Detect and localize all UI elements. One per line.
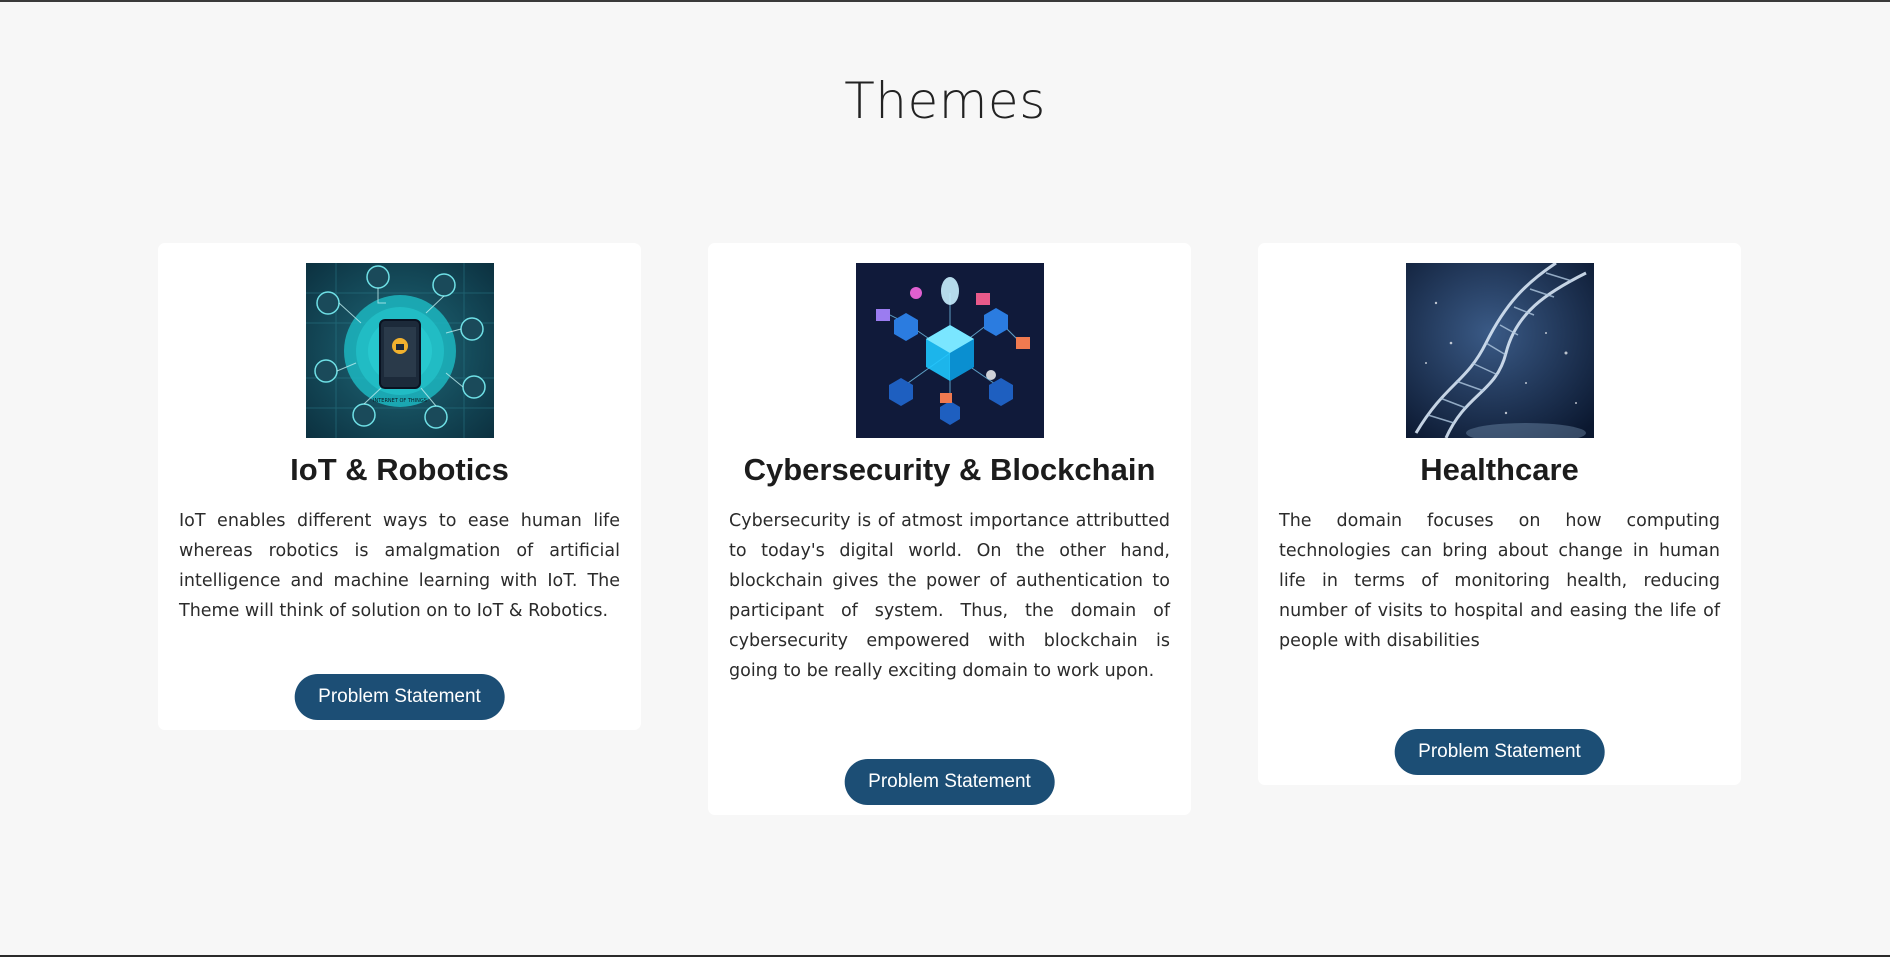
theme-description: Cybersecurity is of atmost importance at… (729, 511, 1170, 681)
theme-description: The domain focuses on how computing tech… (1279, 511, 1720, 651)
theme-title: Healthcare (1420, 452, 1579, 487)
theme-title: Cybersecurity & Blockchain (743, 452, 1156, 487)
iot-illustration-image: INTERNET OF THINGS (305, 263, 494, 438)
theme-card-cybersecurity-blockchain: Cybersecurity & Blockchain Cybersecurity… (708, 243, 1191, 815)
theme-description: IoT enables different ways to ease human… (179, 511, 620, 621)
section-title: Themes (844, 72, 1046, 130)
problem-statement-button[interactable]: Problem Statement (1394, 729, 1605, 775)
theme-card-healthcare: Healthcare The domain focuses on how com… (1258, 243, 1741, 785)
theme-title: IoT & Robotics (290, 452, 509, 487)
top-border (0, 0, 1890, 2)
svg-text:INTERNET OF THINGS: INTERNET OF THINGS (373, 398, 427, 404)
dna-helix-image (1405, 263, 1594, 438)
problem-statement-button[interactable]: Problem Statement (294, 674, 505, 720)
blockchain-illustration-image (855, 263, 1044, 438)
problem-statement-button[interactable]: Problem Statement (844, 759, 1055, 805)
theme-card-iot-robotics: INTERNET OF THINGS IoT & Robotics IoT en… (158, 243, 641, 730)
